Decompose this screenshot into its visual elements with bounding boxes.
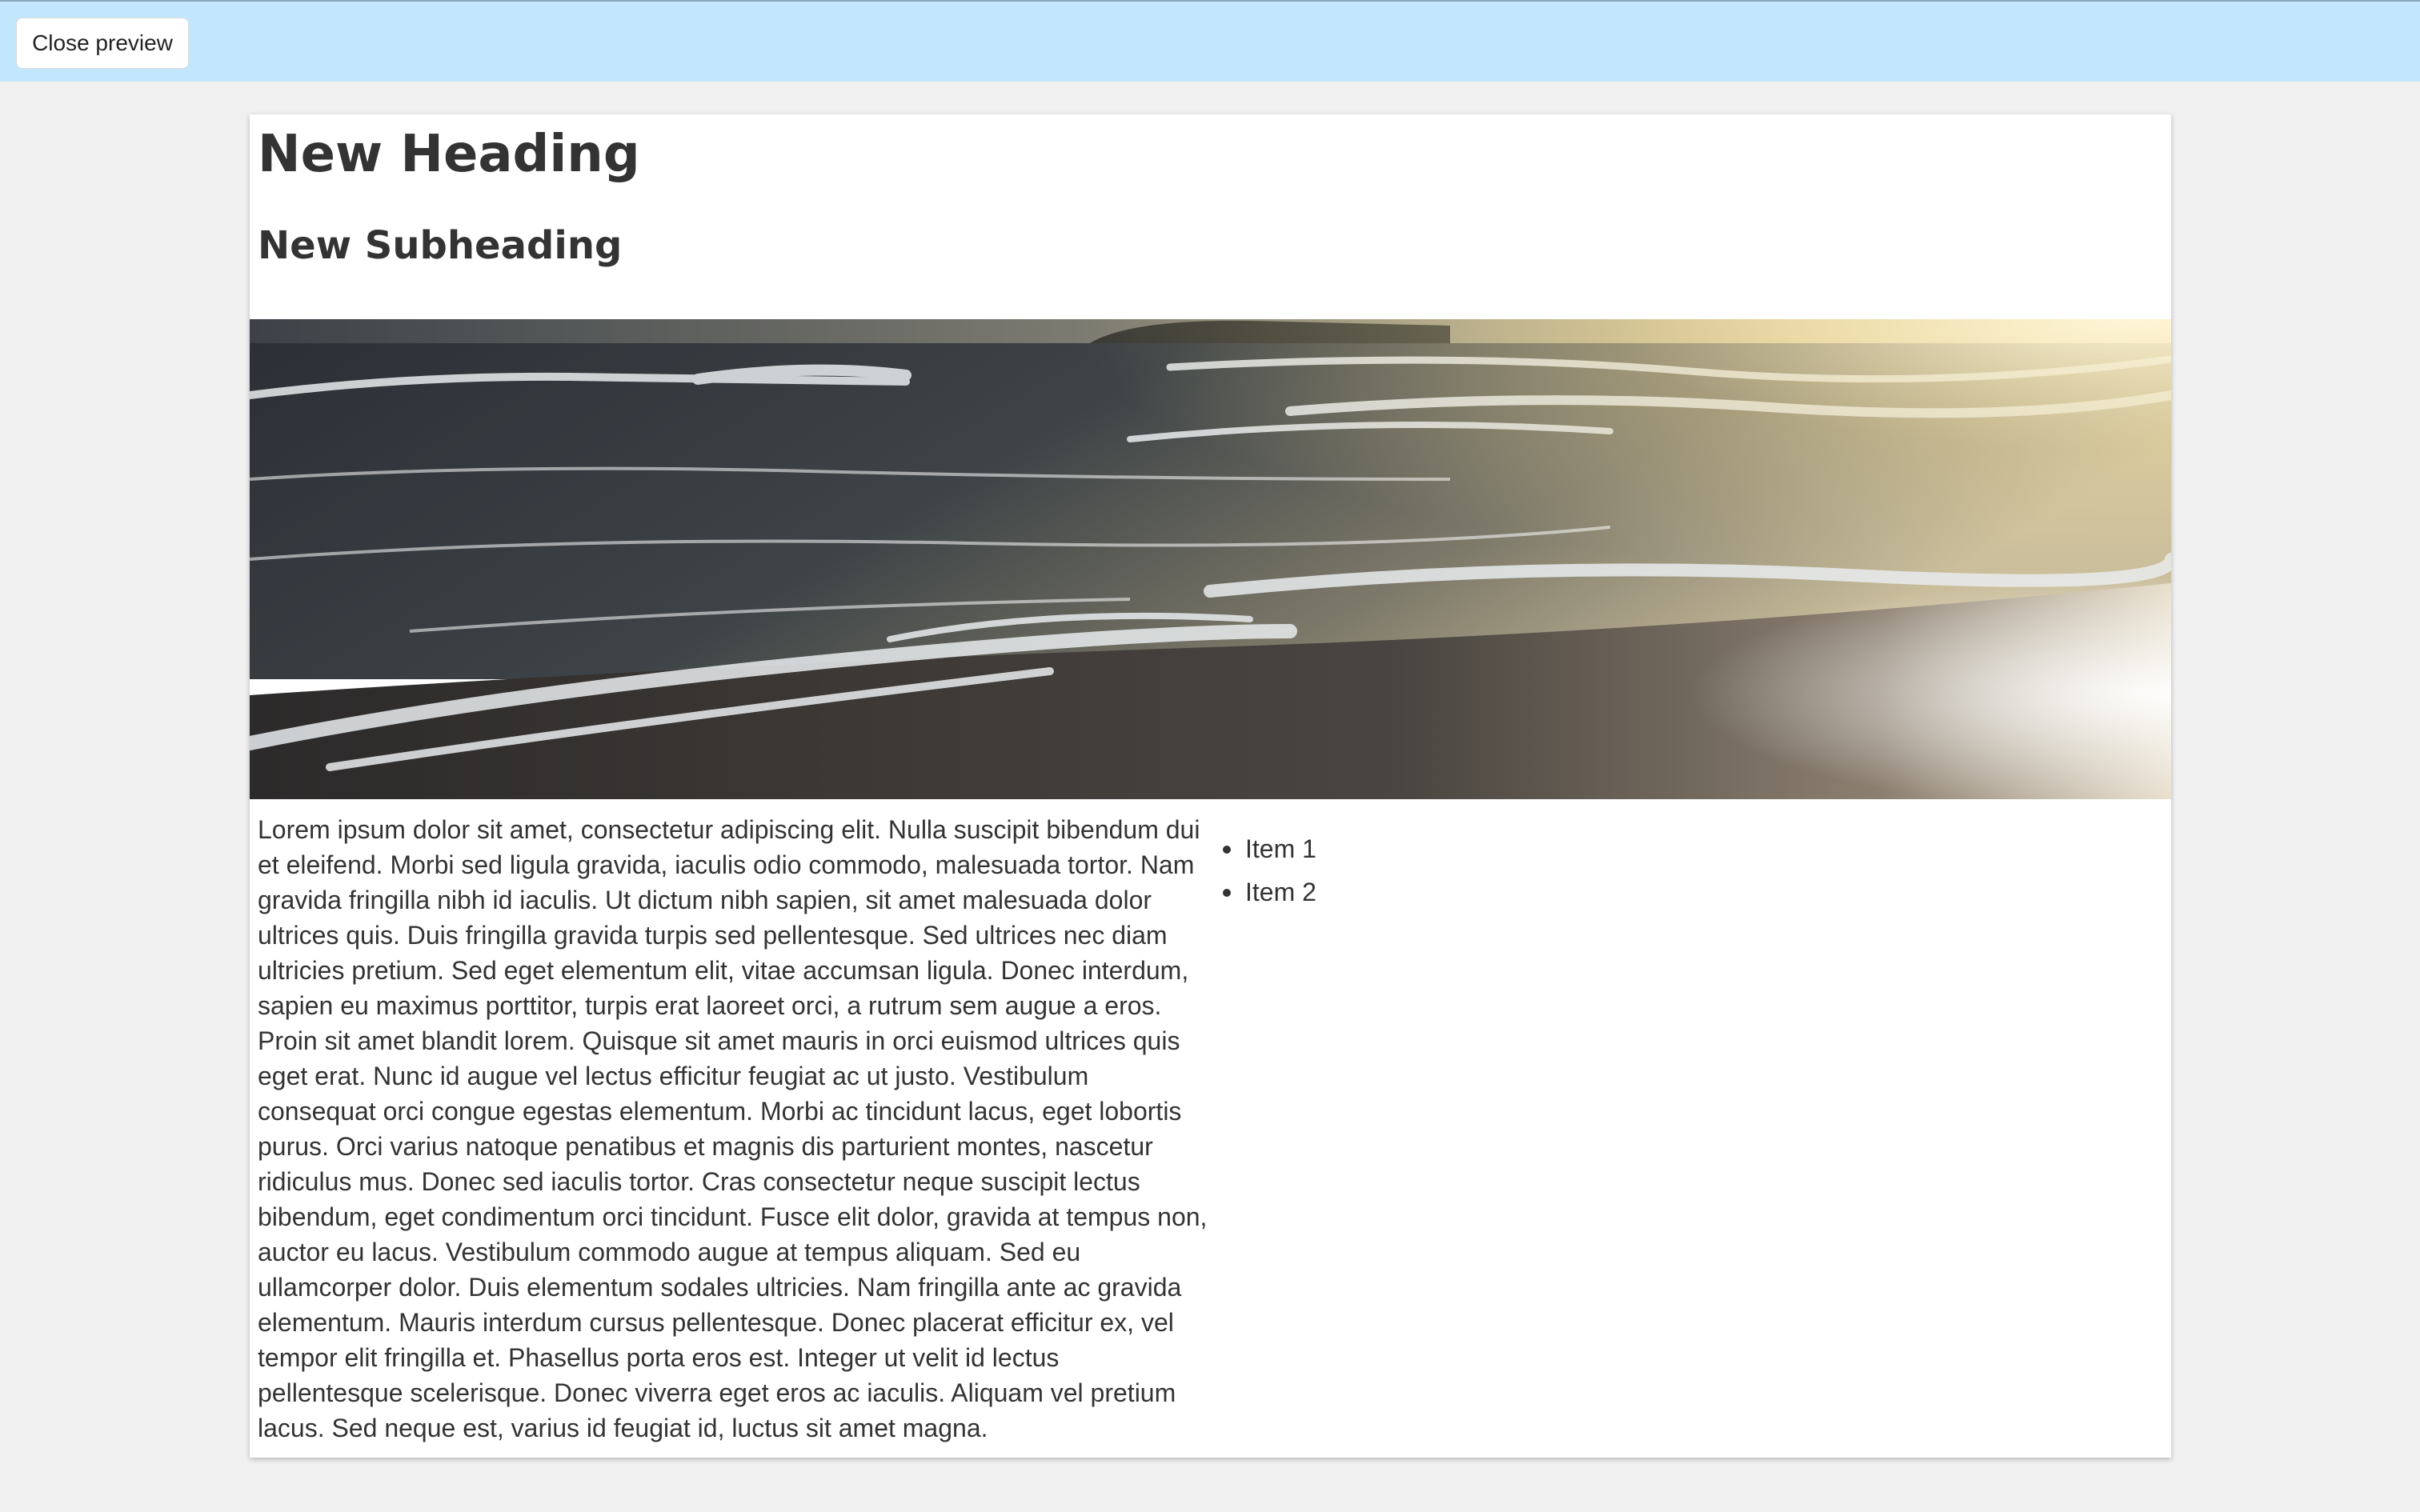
list-item-label: Item 2	[1245, 878, 1316, 906]
list-item-label: Item 1	[1245, 834, 1316, 863]
close-preview-button[interactable]: Close preview	[16, 18, 189, 69]
list-item: Item 2	[1220, 870, 1316, 914]
preview-toolbar: Close preview	[0, 0, 2420, 82]
item-list: Item 1 Item 2	[1220, 827, 1316, 914]
page-subheading: New Subheading	[258, 223, 623, 268]
beach-waves-image	[250, 319, 2171, 799]
preview-card: New Heading New Subheading Lorem ipsum d…	[250, 114, 2171, 1458]
page-heading: New Heading	[258, 125, 640, 184]
body-paragraph: Lorem ipsum dolor sit amet, consectetur …	[258, 815, 1208, 1442]
list-item: Item 1	[1220, 827, 1316, 870]
bullet-icon	[1223, 846, 1231, 854]
bullet-icon	[1223, 889, 1231, 897]
